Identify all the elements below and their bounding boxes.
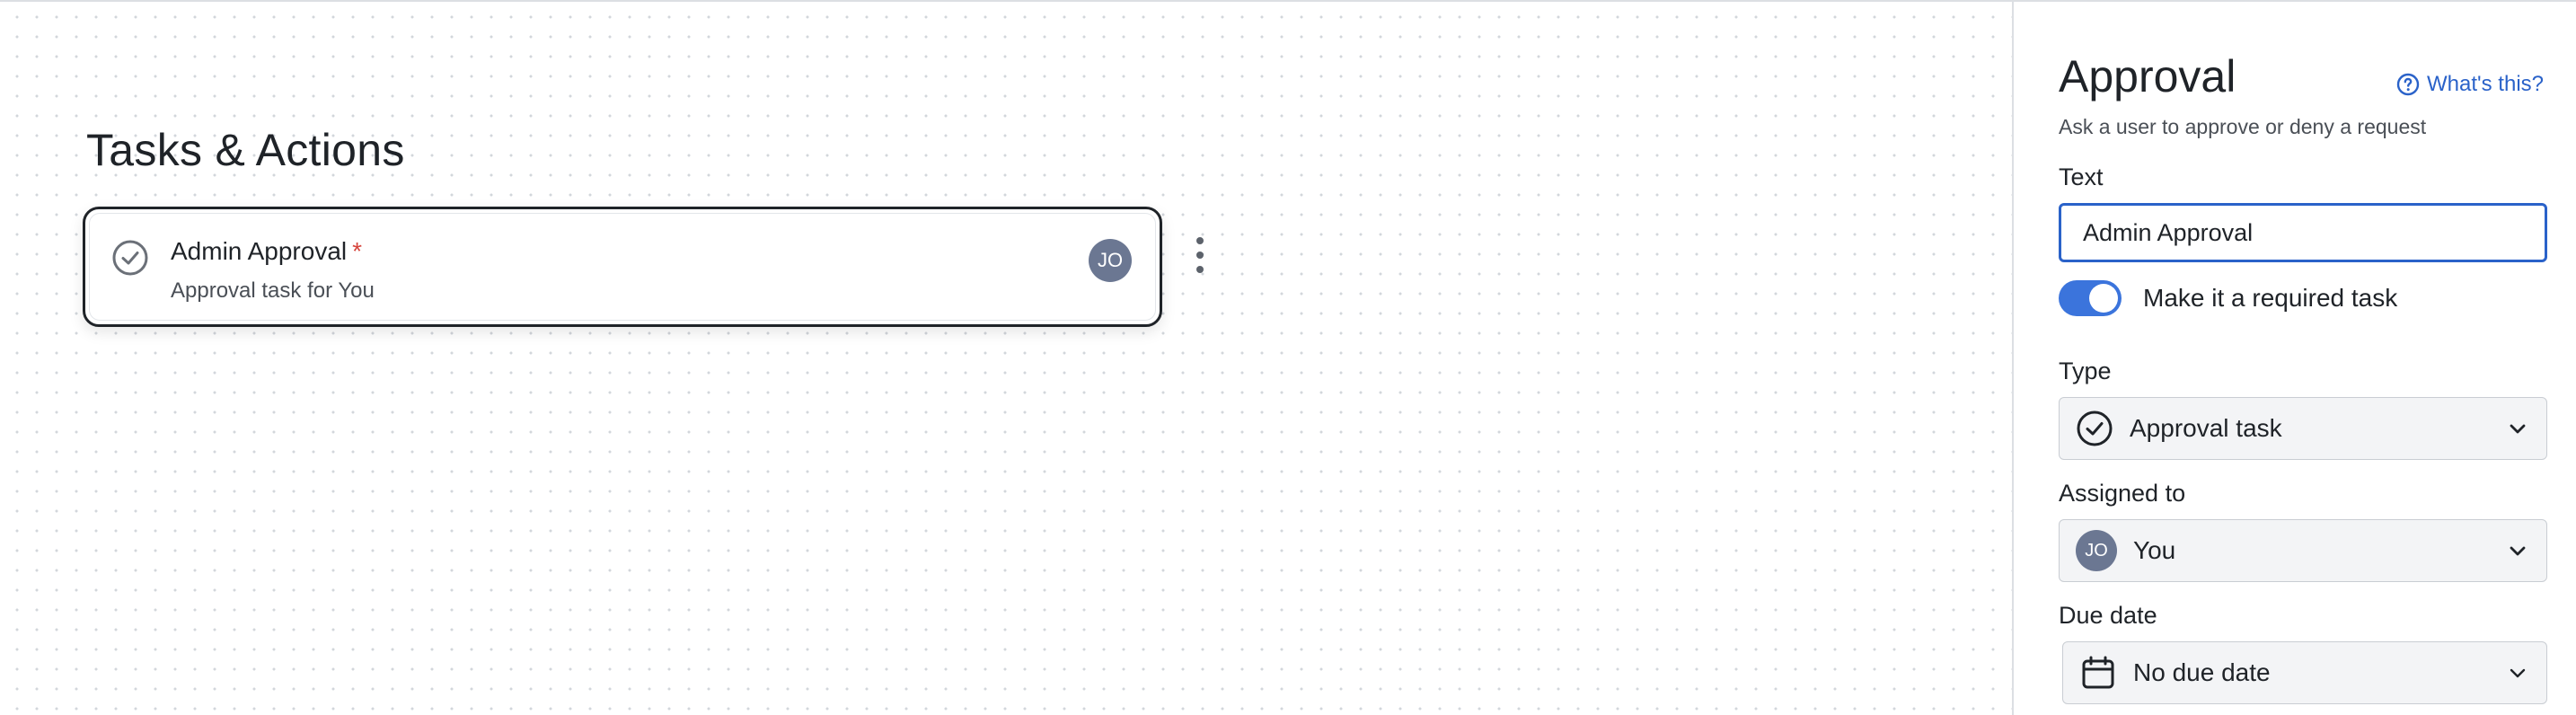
task-settings-panel: Approval What's this? Ask a user to appr… [2012,2,2576,715]
whats-this-link[interactable]: What's this? [2396,72,2544,97]
due-date-select[interactable]: No due date [2062,641,2547,704]
type-select[interactable]: Approval task [2059,397,2547,460]
workflow-editor: Tasks & Actions Admin Approval * Approval… [0,0,2576,715]
chevron-down-icon [2505,538,2530,563]
toggle-knob [2089,284,2118,313]
text-field-label: Text [2059,163,2104,190]
task-card-body[interactable]: Admin Approval * Approval task for You JO [89,213,1156,321]
task-subtitle: Approval task for You [171,278,375,303]
type-field-label: Type [2059,358,2112,384]
task-card[interactable]: Admin Approval * Approval task for You JO [83,207,1162,327]
kebab-dot [1196,237,1204,244]
help-circle-icon [2396,73,2420,96]
section-title: Tasks & Actions [86,125,405,175]
required-toggle-row: Make it a required task [2059,280,2397,316]
required-task-toggle[interactable] [2059,280,2122,316]
assignee-avatar[interactable]: JO [1089,239,1132,282]
panel-description: Ask a user to approve or deny a request [2059,115,2427,138]
chevron-down-icon [2505,660,2530,685]
kebab-dot [1196,266,1204,273]
assigned-field-label: Assigned to [2059,480,2186,507]
assignee-avatar: JO [2076,530,2117,571]
task-title: Admin Approval [171,237,348,265]
due-date-select-value: No due date [2133,658,2271,686]
panel-title: Approval [2059,51,2236,102]
type-select-value: Approval task [2130,414,2282,442]
calendar-icon [2079,654,2117,692]
whats-this-label: What's this? [2427,72,2544,96]
task-text-input[interactable] [2059,203,2547,262]
chevron-down-icon [2505,416,2530,441]
assignee-select-value: You [2133,536,2176,564]
check-circle-icon [2076,410,2113,447]
required-toggle-label: Make it a required task [2143,284,2398,312]
kebab-dot [1196,252,1204,259]
required-marker: * [352,237,363,265]
due-date-field-label: Due date [2059,602,2157,629]
assignee-select[interactable]: JO You [2059,519,2547,582]
more-options-icon[interactable] [1187,235,1213,275]
workflow-canvas[interactable]: Tasks & Actions Admin Approval * Approval… [0,2,2012,715]
task-title-row: Admin Approval * [171,237,362,266]
check-circle-icon [112,240,148,276]
